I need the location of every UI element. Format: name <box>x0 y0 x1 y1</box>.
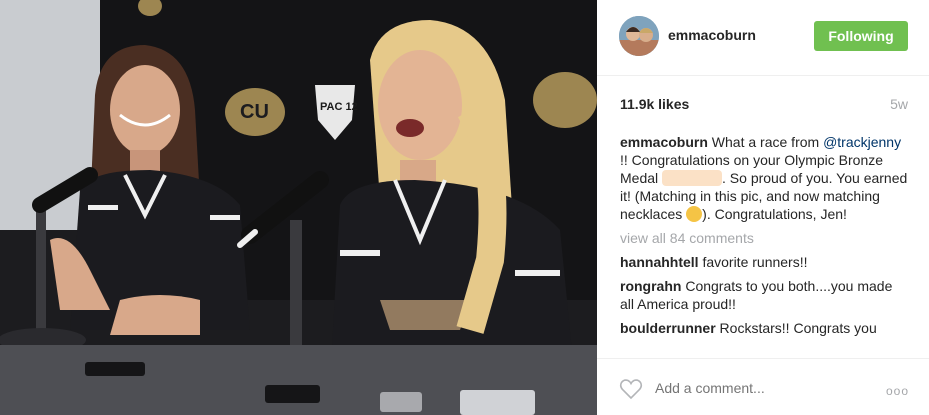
post-age[interactable]: 5w <box>890 96 908 112</box>
cu-logo-text: CU <box>240 101 269 123</box>
winking-face-emoji-icon <box>686 206 703 222</box>
list-item: hannahhtell favorite runners!! <box>620 253 910 271</box>
more-options-icon[interactable]: ooo <box>886 384 909 398</box>
list-item: boulderrunner Rockstars!! Congrats you <box>620 319 910 337</box>
post-footer: ooo <box>597 358 929 415</box>
following-button[interactable]: Following <box>814 21 908 51</box>
comment-username[interactable]: rongrahn <box>620 278 681 294</box>
view-all-comments-link[interactable]: view all 84 comments <box>620 229 910 247</box>
comment-text: favorite runners!! <box>698 254 808 270</box>
list-item: rongrahn Congrats to you both....you mad… <box>620 277 910 313</box>
comment-username[interactable]: boulderrunner <box>620 320 716 336</box>
post-photo[interactable]: PAC 12 CU <box>0 0 597 415</box>
post-stats: 11.9k likes 5w <box>597 76 929 122</box>
avatar[interactable] <box>619 16 659 56</box>
post-header: emmacoburn Following <box>597 0 929 76</box>
post-username[interactable]: emmacoburn <box>668 27 756 43</box>
caption: emmacoburn What a race from @trackjenny … <box>620 133 910 223</box>
add-comment-input[interactable] <box>655 377 855 399</box>
press-conference-photo: PAC 12 CU <box>0 0 597 415</box>
comment-username[interactable]: hannahhtell <box>620 254 699 270</box>
caption-text-4: ). Congratulations, Jen! <box>702 206 847 222</box>
comment-list: emmacoburn What a race from @trackjenny … <box>620 133 910 355</box>
post-modal: PAC 12 CU emmacoburn Following 11.9k lik… <box>0 0 929 415</box>
caption-mention[interactable]: @trackjenny <box>823 134 901 150</box>
avatar-image <box>619 16 659 56</box>
heart-icon[interactable] <box>619 378 643 400</box>
pac12-logo-text: PAC 12 <box>320 101 358 113</box>
likes-count[interactable]: 11.9k likes <box>620 96 689 112</box>
caption-username[interactable]: emmacoburn <box>620 134 708 150</box>
comment-text: Rockstars!! Congrats you <box>715 320 877 336</box>
clapping-emoji-icon <box>662 170 723 186</box>
caption-text-1: What a race from <box>707 134 824 150</box>
post-sidebar: emmacoburn Following 11.9k likes 5w emma… <box>597 0 929 415</box>
